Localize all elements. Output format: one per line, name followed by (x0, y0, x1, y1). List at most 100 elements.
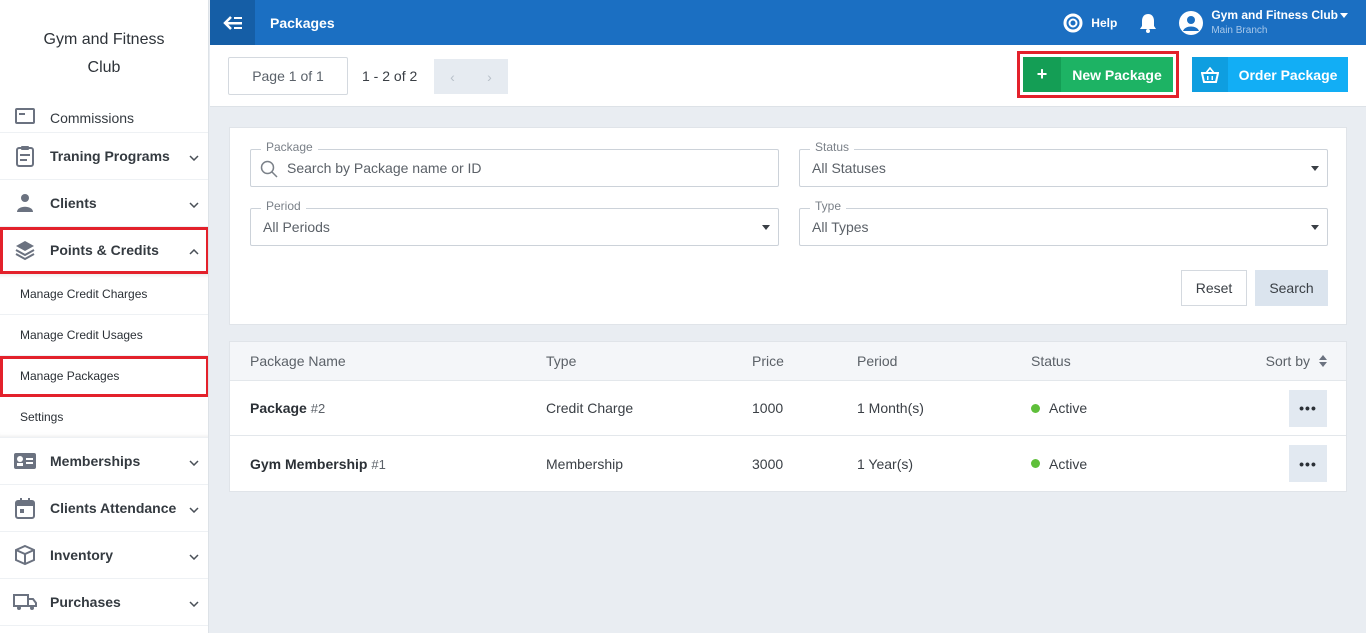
caret-down-icon (762, 225, 770, 230)
arrow-left-icon (222, 15, 242, 30)
branch-name: Main Branch (1211, 24, 1268, 36)
price-cell: 1000 (752, 400, 784, 416)
table-row[interactable]: Package #2 Credit Charge 1000 1 Month(s)… (230, 381, 1346, 436)
sub-item-manage-packages[interactable]: Manage Packages (0, 356, 208, 397)
order-package-button[interactable]: Order Package (1192, 57, 1348, 92)
header-type: Type (546, 353, 577, 369)
sub-item-manage-credit-charges[interactable]: Manage Credit Charges (0, 274, 208, 315)
status-select[interactable]: Status All Statuses (799, 140, 1328, 187)
period-select[interactable]: Period All Periods (250, 199, 779, 246)
sidebar-item-label: Points & Credits (50, 242, 159, 258)
package-name: Package (250, 400, 307, 416)
filter-panel: Package Search by Package name or ID Sta… (229, 127, 1347, 325)
page-indicator[interactable]: Page 1 of 1 (228, 57, 348, 95)
status-field-label: Status (810, 140, 855, 154)
id-card-icon (13, 449, 37, 473)
back-button[interactable] (210, 0, 255, 45)
table-row[interactable]: Gym Membership #1 Membership 3000 1 Year… (230, 436, 1346, 491)
sidebar-item-label: Clients Attendance (50, 500, 177, 516)
status-text: Active (1049, 455, 1088, 472)
chevron-down-icon (179, 195, 208, 211)
sidebar-item-memberships[interactable]: Memberships (0, 438, 208, 485)
caret-down-icon (1340, 12, 1348, 18)
notifications-button[interactable] (1139, 13, 1157, 33)
header-status: Status (1031, 353, 1071, 369)
sidebar-nav: Commissions Traning Programs Clients Poi… (0, 90, 208, 626)
pagination-nav: ‹ › (434, 59, 508, 94)
clients-icon (13, 191, 37, 215)
row-actions-button[interactable]: ••• (1289, 389, 1327, 427)
user-menu[interactable]: Gym and Fitness Club Main Branch (1179, 8, 1348, 38)
reset-button[interactable]: Reset (1181, 270, 1247, 306)
toolbar: Page 1 of 1 1 - 2 of 2 ‹ › + New Package… (210, 45, 1366, 107)
sidebar-item-training-programs[interactable]: Traning Programs (0, 133, 208, 180)
basket-icon (1192, 57, 1228, 92)
row-actions-button[interactable]: ••• (1289, 445, 1327, 482)
prev-page-button[interactable]: ‹ (450, 69, 455, 85)
type-select[interactable]: Type All Types (799, 199, 1328, 246)
header-period: Period (857, 353, 898, 369)
top-bar-actions: Help Gym and Fitness Club Main Branch (1063, 8, 1348, 38)
submenu-points-credits: Manage Credit Charges Manage Credit Usag… (0, 274, 208, 438)
order-package-label: Order Package (1228, 57, 1348, 92)
brand-name: Gym and Fitness Club (0, 0, 208, 107)
period-cell: 1 Year(s) (857, 455, 914, 472)
package-id: #2 (310, 401, 326, 416)
price-cell: 3000 (752, 455, 784, 472)
package-search-field[interactable]: Package Search by Package name or ID (250, 140, 779, 187)
help-button[interactable]: Help (1063, 13, 1117, 33)
status-cell: Active (1031, 456, 1087, 472)
sidebar: Commissions Traning Programs Clients Poi… (0, 0, 209, 633)
sub-item-settings[interactable]: Settings (0, 397, 208, 438)
status-dot (1031, 459, 1040, 468)
sidebar-item-points-credits[interactable]: Points & Credits (0, 227, 208, 274)
package-field-label: Package (261, 140, 318, 154)
user-avatar-icon (1179, 10, 1204, 35)
top-bar: Packages Help Gym and Fitness Club Main … (210, 0, 1366, 45)
type-cell: Membership (546, 455, 624, 472)
sidebar-item-purchases[interactable]: Purchases (0, 579, 208, 626)
plus-icon: + (1023, 57, 1061, 92)
sidebar-item-clients[interactable]: Clients (0, 180, 208, 227)
user-name: Gym and Fitness Club (1211, 7, 1338, 22)
next-page-button[interactable]: › (487, 69, 492, 85)
package-name-cell[interactable]: Gym Membership #1 (250, 456, 386, 472)
status-value: All Statuses (812, 160, 886, 176)
package-name-cell[interactable]: Package #2 (250, 400, 325, 416)
sidebar-item-clients-attendance[interactable]: Clients Attendance (0, 485, 208, 532)
truck-icon (13, 590, 37, 614)
box-icon (13, 543, 37, 567)
type-cell: Credit Charge (546, 400, 634, 416)
sub-item-manage-credit-usages[interactable]: Manage Credit Usages (0, 315, 208, 356)
package-search-input[interactable]: Search by Package name or ID (287, 160, 482, 176)
lifebuoy-icon (1063, 13, 1083, 32)
period-value: All Periods (263, 219, 330, 235)
packages-table: Package Name Type Price Period Status So… (229, 341, 1347, 492)
layers-icon (13, 238, 37, 262)
sidebar-item-inventory[interactable]: Inventory (0, 532, 208, 579)
result-range: 1 - 2 of 2 (362, 68, 418, 84)
help-label: Help (1091, 15, 1118, 30)
bell-icon (1140, 13, 1157, 33)
caret-down-icon (1311, 166, 1319, 171)
chevron-down-icon (179, 148, 208, 164)
page-title: Packages (270, 14, 335, 31)
chevron-down-icon (179, 594, 208, 610)
new-package-button[interactable]: + New Package (1017, 51, 1179, 98)
sidebar-item-label: Clients (50, 195, 97, 211)
sidebar-item-label: Inventory (50, 547, 114, 563)
search-icon (260, 160, 278, 178)
user-info: Gym and Fitness Club Main Branch (1211, 8, 1348, 38)
sort-by-control[interactable]: Sort by (1266, 353, 1328, 369)
sidebar-item-label: Traning Programs (50, 148, 170, 164)
sort-by-label: Sort by (1265, 353, 1310, 369)
header-package-name: Package Name (250, 353, 346, 369)
package-id: #1 (371, 456, 386, 472)
search-button[interactable]: Search (1255, 270, 1328, 306)
calendar-icon (13, 496, 37, 520)
type-value: All Types (812, 219, 869, 235)
sort-icon (1319, 355, 1327, 367)
commissions-icon (13, 106, 37, 130)
status-dot (1031, 403, 1040, 413)
sidebar-item-label: Commissions (50, 110, 135, 126)
